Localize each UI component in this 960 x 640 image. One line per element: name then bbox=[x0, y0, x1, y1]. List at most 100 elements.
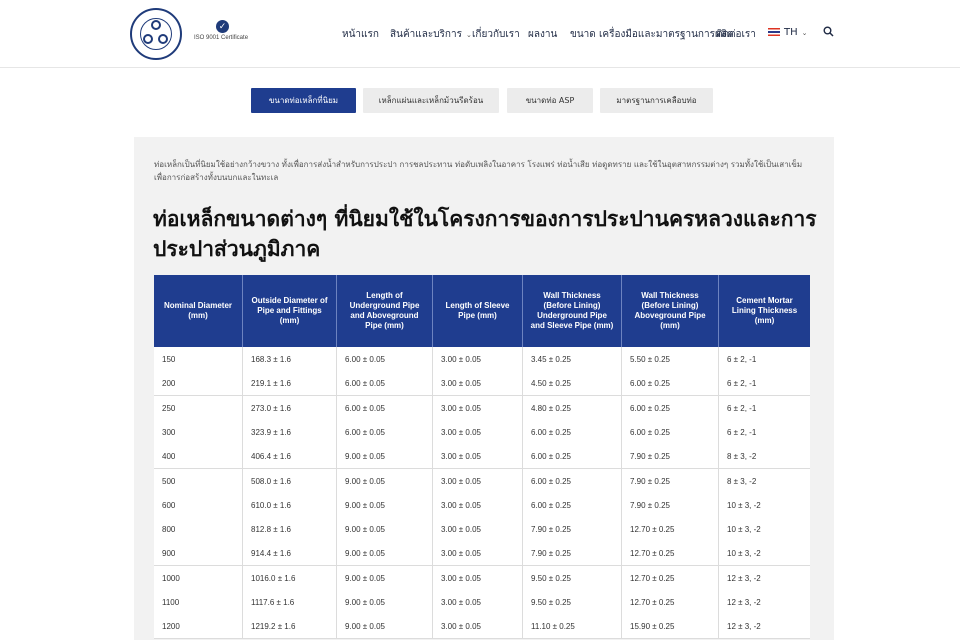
table-row: 250 273.0 ± 1.6 6.00 ± 0.05 3.00 ± 0.05 4.80… bbox=[154, 395, 810, 421]
table-cell: 1000 bbox=[154, 565, 243, 591]
table-cell: 5.50 ± 0.25 bbox=[622, 347, 719, 372]
tab-asp-pipe-sizes[interactable]: ขนาดท่อ ASP bbox=[507, 88, 593, 113]
column-header: Nominal Diameter (mm) bbox=[154, 275, 243, 347]
column-header: Wall Thickness (Before Lining) Undergrou… bbox=[523, 275, 622, 347]
table-cell: 323.9 ± 1.6 bbox=[243, 419, 337, 445]
table-cell: 150 bbox=[154, 347, 243, 372]
table-cell: 9.00 ± 0.05 bbox=[337, 565, 433, 591]
table-cell: 3.00 ± 0.05 bbox=[433, 614, 523, 640]
chevron-down-icon: ⌄ bbox=[465, 31, 472, 39]
table-cell: 400 bbox=[154, 444, 243, 470]
nav-item-standards[interactable]: ขนาด เครื่องมือและมาตรฐานการผลิต bbox=[570, 27, 733, 41]
table-cell: 3.00 ± 0.05 bbox=[433, 565, 523, 591]
table-row: 150 168.3 ± 1.6 6.00 ± 0.05 3.00 ± 0.05 3.45… bbox=[154, 347, 810, 372]
language-label: TH bbox=[784, 27, 798, 38]
page-title: ท่อเหล็กขนาดต่างๆ ที่นิยมใช้ในโครงการของ… bbox=[153, 207, 817, 261]
nav-item-home[interactable]: หน้าแรก bbox=[342, 27, 379, 41]
table-cell: 9.00 ± 0.05 bbox=[337, 614, 433, 640]
table-cell: 6.00 ± 0.25 bbox=[523, 419, 622, 445]
table-row: 1100 1117.6 ± 1.6 9.00 ± 0.05 3.00 ± 0.05 9.… bbox=[154, 590, 810, 615]
table-cell: 9.00 ± 0.05 bbox=[337, 492, 433, 518]
table-cell: 300 bbox=[154, 419, 243, 445]
table-cell: 8 ± 3, -2 bbox=[727, 452, 757, 462]
table-cell: 250 bbox=[154, 395, 243, 421]
language-selector[interactable]: TH ⌄ bbox=[768, 27, 808, 41]
search-icon[interactable] bbox=[823, 26, 834, 37]
table-cell: 7.90 ± 0.25 bbox=[523, 541, 622, 567]
logo-emblem bbox=[140, 18, 172, 50]
table-cell: 6.00 ± 0.05 bbox=[337, 371, 433, 397]
site-header: ✓ ISO 9001 Certificate หน้าแรก สินค้าและ… bbox=[0, 0, 960, 68]
table-row: 800 812.8 ± 1.6 9.00 ± 0.05 3.00 ± 0.05 7.90… bbox=[154, 517, 810, 543]
table-cell: 1219.2 ± 1.6 bbox=[243, 614, 337, 640]
iso-certificate: ✓ ISO 9001 Certificate bbox=[194, 20, 264, 48]
table-row: 600 610.0 ± 1.6 9.00 ± 0.05 3.00 ± 0.05 6.00… bbox=[154, 492, 810, 518]
table-cell: 900 bbox=[154, 541, 243, 567]
tab-coating-standards[interactable]: มาตรฐานการเคลือบท่อ bbox=[600, 88, 713, 113]
table-cell: 219.1 ± 1.6 bbox=[243, 371, 337, 397]
table-row: 1200 1219.2 ± 1.6 9.00 ± 0.05 3.00 ± 0.05 11… bbox=[154, 614, 810, 640]
column-header: Outside Diameter of Pipe and Fittings (m… bbox=[243, 275, 337, 347]
nav-item-contact[interactable]: ติดต่อเรา bbox=[716, 27, 756, 41]
tab-hot-rolled-steel[interactable]: เหล็กแผ่นและเหล็กม้วนรีดร้อน bbox=[363, 88, 499, 113]
table-cell: 7.90 ± 0.25 bbox=[622, 468, 719, 494]
table-row: 200 219.1 ± 1.6 6.00 ± 0.05 3.00 ± 0.05 4.50… bbox=[154, 371, 810, 397]
table-cell: 12.70 ± 0.25 bbox=[622, 565, 719, 591]
table-cell: 6.00 ± 0.25 bbox=[622, 371, 719, 397]
table-cell: 11.10 ± 0.25 bbox=[523, 614, 622, 640]
table-cell: 7.90 ± 0.25 bbox=[622, 492, 719, 518]
table-cell: 12.70 ± 0.25 bbox=[622, 517, 719, 543]
column-header: Length of Sleeve Pipe (mm) bbox=[433, 275, 523, 347]
tab-popular-pipe-sizes[interactable]: ขนาดท่อเหล็กที่นิยม bbox=[251, 88, 356, 113]
table-cell: 6.00 ± 0.05 bbox=[337, 347, 433, 372]
table-row: 900 914.4 ± 1.6 9.00 ± 0.05 3.00 ± 0.05 7.90… bbox=[154, 541, 810, 567]
table-cell: 500 bbox=[154, 468, 243, 494]
table-cell: 610.0 ± 1.6 bbox=[243, 492, 337, 518]
gear-icon bbox=[158, 34, 168, 44]
table-cell: 3.00 ± 0.05 bbox=[433, 468, 523, 494]
table-cell: 800 bbox=[154, 517, 243, 543]
chevron-down-icon: ⌄ bbox=[801, 29, 808, 37]
table-cell: 6.00 ± 0.25 bbox=[523, 492, 622, 518]
nav-item-about[interactable]: เกี่ยวกับเรา bbox=[472, 27, 520, 41]
table-cell: 12 ± 3, -2 bbox=[727, 573, 761, 583]
table-cell: 6 ± 2, -1 bbox=[727, 403, 757, 413]
table-cell: 8 ± 3, -2 bbox=[727, 476, 757, 486]
table-cell: 6 ± 2, -1 bbox=[727, 355, 757, 364]
table-cell: 6.00 ± 0.25 bbox=[523, 444, 622, 470]
table-cell: 6.00 ± 0.25 bbox=[523, 468, 622, 494]
column-header: Wall Thickness (Before Lining) Abovegrou… bbox=[622, 275, 719, 347]
table-cell: 12.70 ± 0.25 bbox=[622, 590, 719, 615]
table-cell: 4.50 ± 0.25 bbox=[523, 371, 622, 397]
table-cell: 3.00 ± 0.05 bbox=[433, 492, 523, 518]
table-cell: 6.00 ± 0.05 bbox=[337, 419, 433, 445]
table-cell: 3.00 ± 0.05 bbox=[433, 541, 523, 567]
table-cell: 6.00 ± 0.25 bbox=[622, 419, 719, 445]
table-cell: 273.0 ± 1.6 bbox=[243, 395, 337, 421]
table-cell: 812.8 ± 1.6 bbox=[243, 517, 337, 543]
table-cell: 1117.6 ± 1.6 bbox=[243, 590, 337, 615]
gear-icon bbox=[151, 20, 161, 30]
company-logo[interactable] bbox=[130, 8, 182, 60]
table-cell: 12.70 ± 0.25 bbox=[622, 541, 719, 567]
table-cell: 600 bbox=[154, 492, 243, 518]
table-cell: 6.00 ± 0.25 bbox=[622, 395, 719, 421]
table-cell: 3.45 ± 0.25 bbox=[523, 347, 622, 372]
column-header: Length of Underground Pipe and Abovegrou… bbox=[337, 275, 433, 347]
table-cell: 4.80 ± 0.25 bbox=[523, 395, 622, 421]
table-cell: 7.90 ± 0.25 bbox=[622, 444, 719, 470]
table-cell: 1016.0 ± 1.6 bbox=[243, 565, 337, 591]
table-cell: 1200 bbox=[154, 614, 243, 640]
table-row: 500 508.0 ± 1.6 9.00 ± 0.05 3.00 ± 0.05 6.00… bbox=[154, 468, 810, 494]
table-cell: 914.4 ± 1.6 bbox=[243, 541, 337, 567]
nav-item-products[interactable]: สินค้าและบริการ ⌄ bbox=[390, 27, 472, 41]
table-cell: 9.00 ± 0.05 bbox=[337, 541, 433, 567]
column-header: Cement Mortar Lining Thickness (mm) bbox=[731, 296, 798, 325]
table-cell: 508.0 ± 1.6 bbox=[243, 468, 337, 494]
table-header: Nominal Diameter (mm) Outside Diameter o… bbox=[154, 275, 810, 347]
thai-flag-icon bbox=[768, 28, 780, 36]
table-cell: 3.00 ± 0.05 bbox=[433, 371, 523, 397]
nav-item-portfolio[interactable]: ผลงาน bbox=[528, 27, 557, 41]
table-cell: 406.4 ± 1.6 bbox=[243, 444, 337, 470]
table-cell: 3.00 ± 0.05 bbox=[433, 590, 523, 615]
